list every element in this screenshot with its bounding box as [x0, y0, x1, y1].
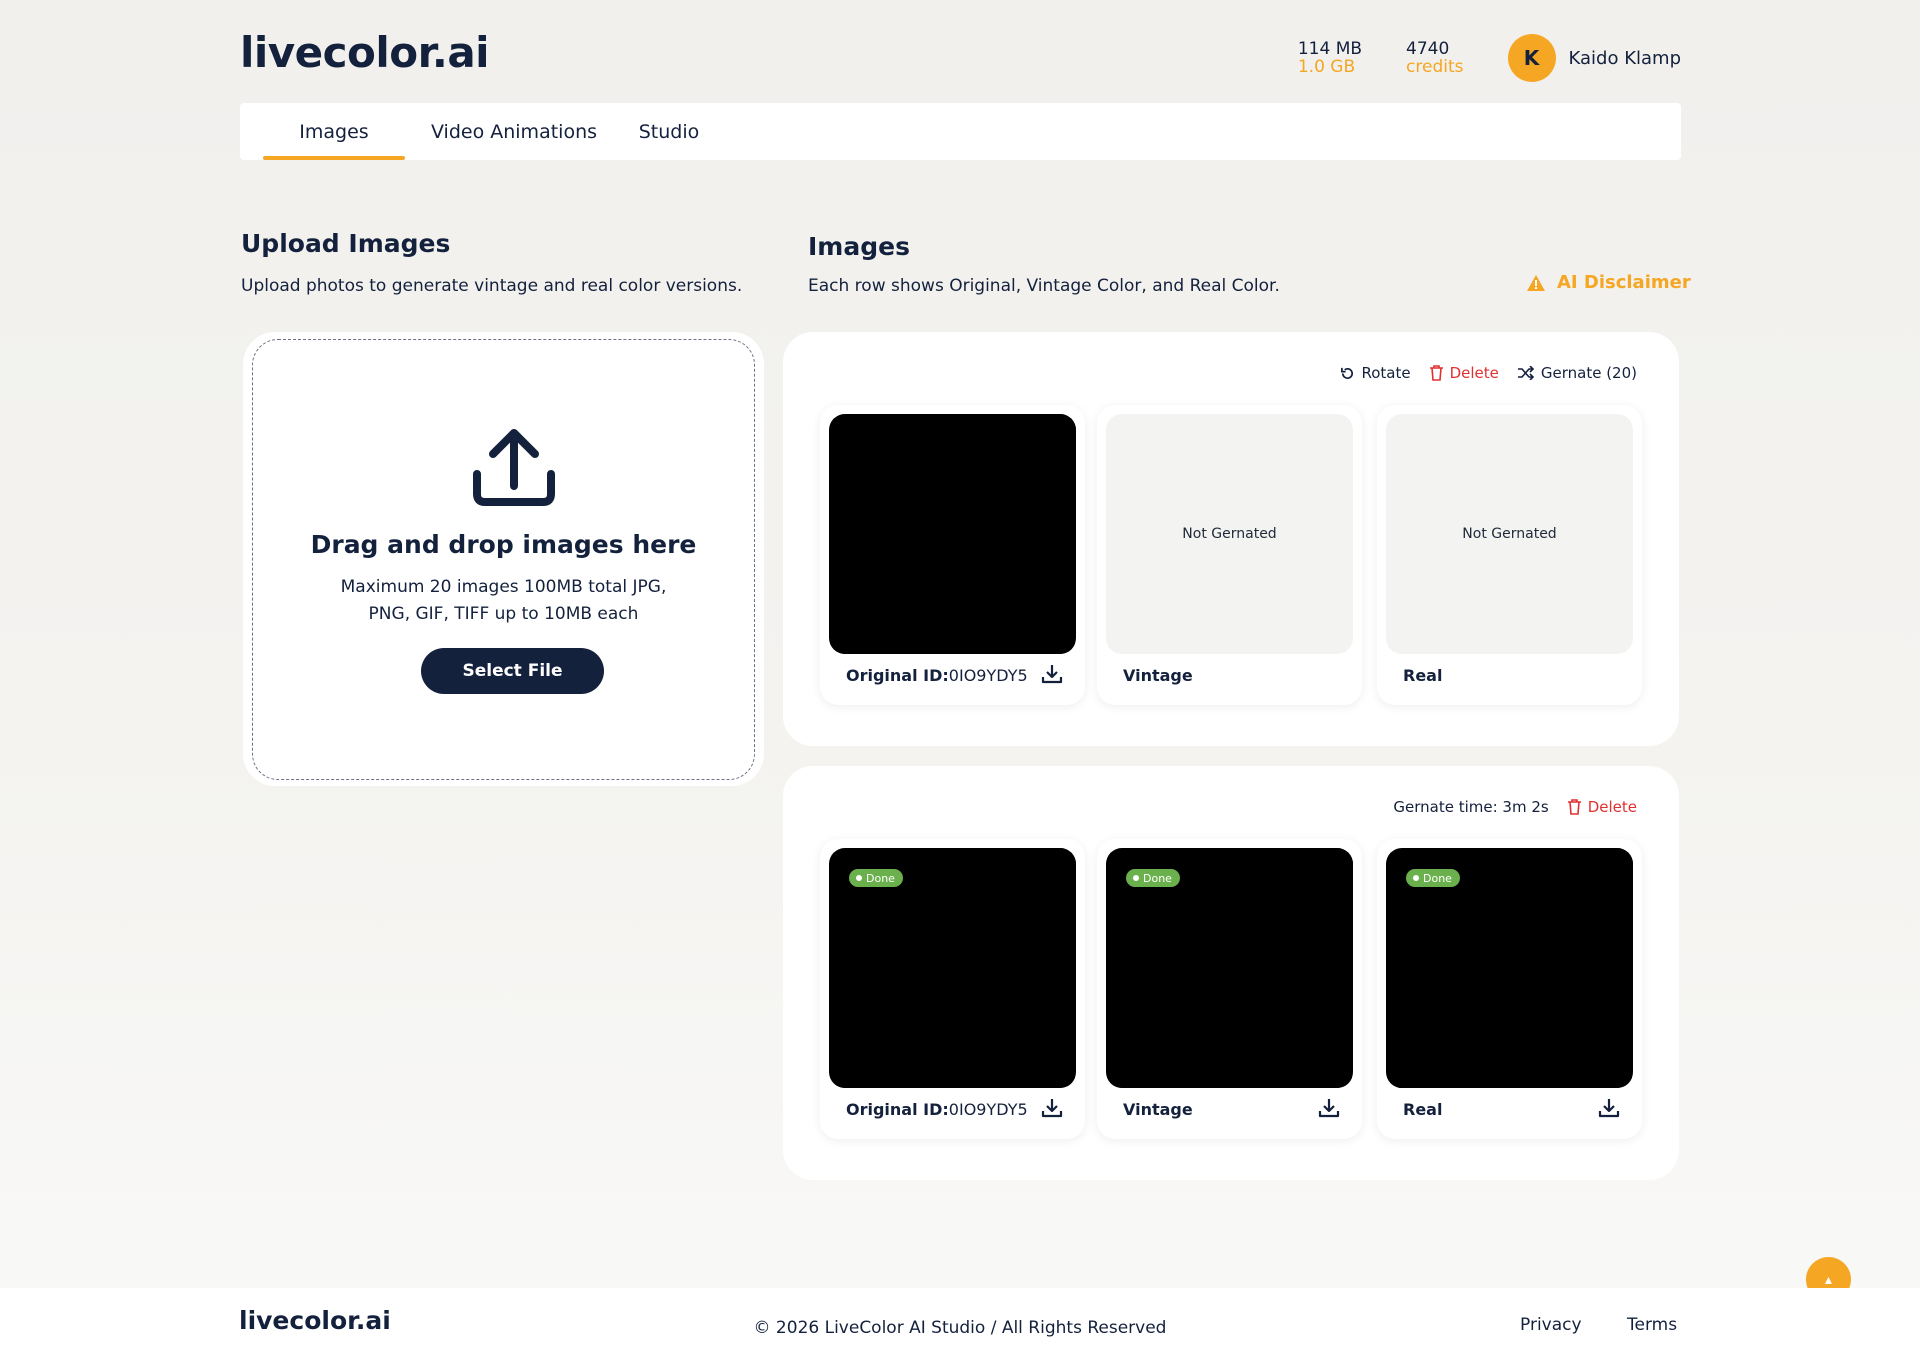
upload-subtitle: Upload photos to generate vintage and re… [241, 276, 743, 296]
original-id: 0IO9YDY5 [948, 1100, 1028, 1119]
credits-value: 4740 [1406, 39, 1450, 59]
dropzone[interactable]: Drag and drop images here Maximum 20 ima… [252, 339, 755, 780]
status-badge: Done [849, 869, 903, 887]
delete-button[interactable]: Delete [1567, 798, 1637, 816]
storage-usage: 114 MB 1.0 GB [1298, 40, 1362, 76]
avatar[interactable]: K [1507, 34, 1556, 82]
original-label: Original ID:0IO9YDY5 [846, 1100, 1028, 1119]
storage-total: 1.0 GB [1297, 57, 1356, 77]
ai-disclaimer-label: AI Disclaimer [1557, 272, 1691, 293]
images-title: Images [808, 232, 910, 261]
app-logo[interactable]: livecolor.ai [240, 28, 490, 77]
chevron-up-icon: ▲ [1822, 1272, 1835, 1287]
original-label: Original ID:0IO9YDY5 [846, 666, 1028, 685]
trash-icon [1429, 365, 1443, 381]
real-image[interactable]: Done [1386, 848, 1633, 1088]
dropzone-title: Drag and drop images here [310, 530, 697, 559]
real-panel: Not Gernated Real [1377, 405, 1642, 705]
status-badge: Done [1406, 869, 1460, 887]
upload-icon [473, 429, 555, 506]
generate-time: Gernate time: 3m 2s [1393, 798, 1549, 816]
original-image[interactable] [829, 414, 1076, 654]
main-tabs: Images Video Animations Studio [240, 103, 1681, 160]
terms-link[interactable]: Terms [1627, 1315, 1677, 1335]
footer: livecolor.ai © 2026 LiveColor AI Studio … [0, 1288, 1920, 1363]
credits-counter: 4740 credits [1406, 40, 1463, 76]
dropzone-hint: Maximum 20 images 100MB total JPG, PNG, … [340, 577, 667, 624]
generate-button[interactable]: Gernate (20) [1517, 364, 1637, 382]
real-label: Real [1403, 1100, 1443, 1119]
ai-disclaimer-link[interactable]: AI Disclaimer [1527, 272, 1691, 293]
vintage-panel: Not Gernated Vintage [1097, 405, 1362, 705]
tab-video-animations[interactable]: Video Animations [420, 103, 608, 160]
original-panel: Original ID:0IO9YDY5 [820, 405, 1085, 705]
real-label: Real [1403, 666, 1443, 685]
vintage-image[interactable]: Done [1106, 848, 1353, 1088]
storage-used: 114 MB [1297, 39, 1363, 59]
tab-images[interactable]: Images [263, 103, 405, 160]
rotate-button[interactable]: Rotate [1340, 364, 1411, 382]
delete-button[interactable]: Delete [1429, 364, 1499, 382]
vintage-label: Vintage [1123, 1100, 1193, 1119]
original-panel: Done Original ID:0IO9YDY5 [820, 839, 1085, 1139]
row-actions: Rotate Delete Gernate (20) [1322, 364, 1637, 382]
privacy-link[interactable]: Privacy [1520, 1315, 1582, 1335]
shuffle-icon [1517, 366, 1535, 380]
trash-icon [1567, 799, 1581, 815]
row-actions: Gernate time: 3m 2s Delete [1393, 798, 1637, 816]
image-row-2: Gernate time: 3m 2s Delete Done Original… [783, 766, 1679, 1180]
download-icon[interactable] [1598, 1097, 1620, 1119]
image-row-1: Rotate Delete Gernate (20) Original ID:0… [783, 332, 1679, 746]
upload-card: Drag and drop images here Maximum 20 ima… [243, 332, 764, 786]
real-placeholder: Not Gernated [1386, 414, 1633, 654]
tab-studio[interactable]: Studio [625, 103, 713, 160]
download-icon[interactable] [1041, 663, 1063, 685]
warning-icon [1527, 274, 1545, 291]
images-subtitle: Each row shows Original, Vintage Color, … [808, 276, 1280, 296]
download-icon[interactable] [1041, 1097, 1063, 1119]
header-account-area: 114 MB 1.0 GB 4740 credits K Kaido Klamp [1298, 34, 1681, 82]
credits-label: credits [1406, 57, 1464, 77]
vintage-panel: Done Vintage [1097, 839, 1362, 1139]
original-id: 0IO9YDY5 [948, 666, 1028, 685]
select-file-button[interactable]: Select File [421, 648, 604, 694]
download-icon[interactable] [1318, 1097, 1340, 1119]
original-image[interactable]: Done [829, 848, 1076, 1088]
vintage-placeholder: Not Gernated [1106, 414, 1353, 654]
rotate-icon [1341, 367, 1354, 379]
upload-title: Upload Images [241, 229, 451, 258]
real-panel: Done Real [1377, 839, 1642, 1139]
status-badge: Done [1126, 869, 1180, 887]
vintage-label: Vintage [1123, 666, 1193, 685]
user-name[interactable]: Kaido Klamp [1569, 48, 1681, 69]
